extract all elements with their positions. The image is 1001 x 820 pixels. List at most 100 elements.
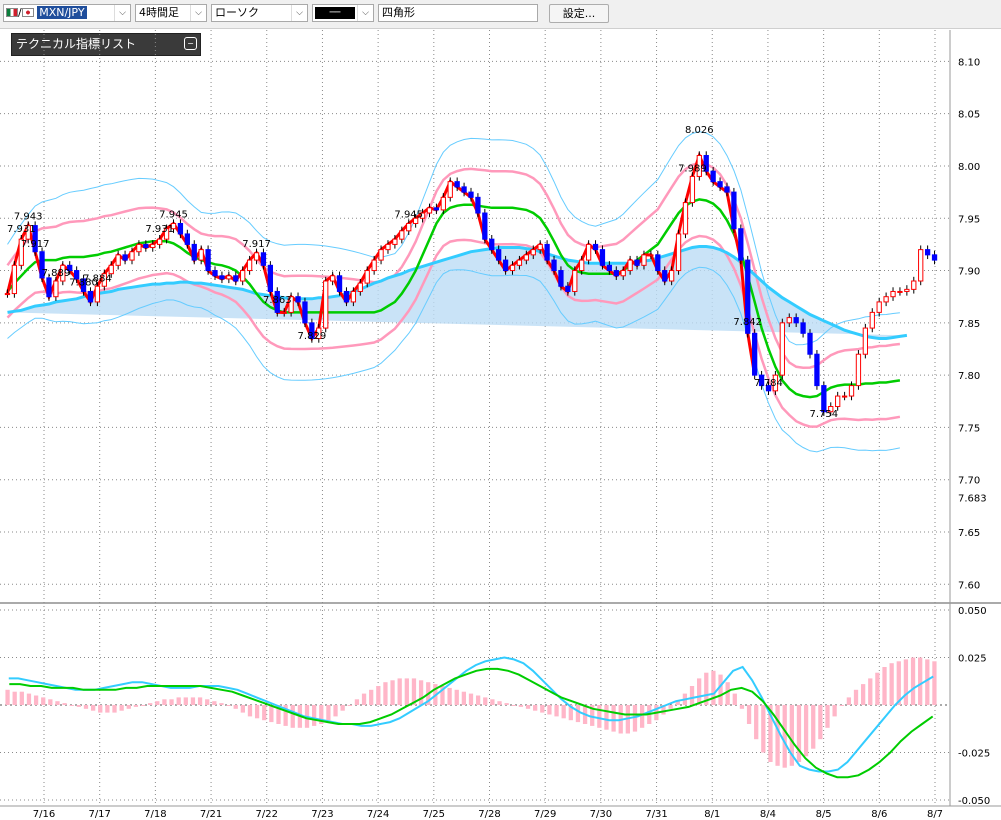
candle-down (260, 252, 267, 266)
line-width-select[interactable]: ── ⌵ (312, 4, 374, 22)
macd-histogram-bar (240, 705, 245, 713)
macd-histogram-bar (326, 705, 331, 721)
price-annotation: 7.943 (14, 212, 43, 223)
price-tick-label: 8.00 (958, 162, 980, 173)
macd-histogram-bar (875, 672, 880, 705)
macd-histogram-bar (369, 689, 374, 705)
price-tick-label: 8.05 (958, 110, 980, 121)
candle-up (918, 249, 924, 282)
macd-histogram-bar (383, 682, 388, 705)
date-tick-label: 7/17 (88, 809, 110, 820)
macd-tick-label: -0.025 (958, 749, 990, 760)
date-tick-label: 7/25 (423, 809, 445, 820)
candle-down (551, 259, 557, 272)
macd-histogram-bar (739, 705, 745, 709)
candle-down (46, 277, 52, 298)
macd-histogram-bar (148, 703, 153, 705)
price-annotation: 7.863 (263, 295, 292, 306)
price-tick-label: 7.80 (958, 371, 980, 382)
macd-histogram-bar (732, 693, 737, 705)
macd-histogram-bar (746, 705, 752, 724)
date-tick-label: 7/23 (311, 809, 333, 820)
chart-canvas[interactable]: 7.9437.8637.8847.945 7.9457.9177.9177.842… (0, 28, 1001, 820)
chart-type-select[interactable]: ローソク ⌵ (211, 4, 308, 22)
macd-histogram-bar (33, 695, 39, 705)
macd-histogram-bar (69, 705, 74, 706)
candle-down (634, 259, 640, 266)
macd-histogram-bar (247, 705, 253, 717)
macd-histogram-bar (782, 705, 787, 768)
chart-type-label: ローソク (215, 6, 259, 19)
macd-panel (5, 656, 937, 779)
candle-up (240, 270, 246, 282)
candle-up (689, 175, 696, 204)
price-tick-label: 7.65 (958, 528, 980, 539)
macd-histogram-bar (340, 705, 345, 711)
candle-up (364, 270, 370, 284)
macd-histogram-bar (133, 705, 139, 707)
candle-down (475, 196, 481, 214)
chevron-down-icon[interactable]: ⌵ (114, 5, 130, 21)
macd-histogram-bar (169, 699, 174, 705)
candle-down (433, 207, 440, 211)
candle-up (129, 251, 135, 261)
candle-down (343, 290, 350, 303)
macd-histogram-bar (825, 705, 830, 728)
macd-histogram-bar (41, 697, 46, 705)
macd-histogram-bar (454, 689, 459, 705)
candle-down (558, 270, 564, 287)
currency-pair-label: MXN/JPY (37, 6, 87, 19)
candle-up (786, 317, 792, 324)
candle-down (205, 249, 211, 272)
draw-tool-field[interactable]: 四角形 (378, 4, 538, 22)
macd-histogram-bar (226, 705, 231, 706)
macd-histogram-bar (925, 659, 930, 705)
macd-tick-label: 0.025 (958, 654, 987, 665)
macd-histogram-bar (811, 705, 816, 749)
macd-histogram-bar (575, 705, 581, 723)
macd-histogram-bar (511, 705, 516, 706)
price-annotation: 7.754 (810, 409, 839, 420)
macd-histogram-bar (868, 678, 873, 705)
candle-up (627, 259, 633, 272)
macd-histogram-bar (183, 697, 188, 705)
candle-down (565, 285, 571, 292)
macd-histogram-bar (561, 705, 566, 719)
grid-lines (0, 30, 1001, 807)
macd-histogram-bar (889, 663, 894, 705)
candle-up (855, 353, 862, 387)
macd-histogram-bar (497, 701, 502, 705)
timeframe-select[interactable]: 4時間足 ⌵ (135, 4, 207, 22)
chevron-down-icon[interactable]: ⌵ (190, 5, 206, 21)
candle-up (516, 259, 523, 266)
price-annotation: 7.989 (678, 163, 707, 174)
chevron-down-icon[interactable]: ⌵ (357, 5, 373, 21)
candle-up (641, 254, 647, 266)
macd-histogram-bar (718, 674, 723, 705)
macd-histogram-bar (212, 701, 217, 705)
macd-histogram-bar (176, 697, 181, 705)
price-annotation: 7.931 (145, 224, 174, 235)
date-tick-label: 7/28 (478, 809, 500, 820)
date-tick-label: 8/6 (871, 809, 887, 820)
macd-histogram-bar (418, 680, 424, 705)
candle-down (489, 238, 495, 251)
candle-up (862, 327, 869, 355)
candle-down (122, 254, 128, 261)
candle-down (302, 301, 308, 324)
settings-button[interactable]: 設定... (549, 4, 609, 23)
price-tick-label: 7.60 (958, 580, 980, 591)
candle-up (329, 275, 336, 282)
price-tick-label: 7.70 (958, 476, 980, 487)
candle-down (184, 233, 190, 245)
currency-pair-select[interactable]: / MXN/JPY ⌵ (3, 4, 131, 22)
macd-histogram-bar (639, 705, 645, 728)
macd-histogram-bar (233, 705, 238, 709)
chevron-down-icon[interactable]: ⌵ (291, 5, 307, 21)
macd-histogram-bar (540, 705, 545, 713)
candle-down (613, 270, 619, 277)
candle-up (385, 243, 391, 251)
macd-signal-line (9, 667, 934, 779)
candle-up (848, 385, 855, 397)
macd-histogram-bar (932, 661, 937, 705)
